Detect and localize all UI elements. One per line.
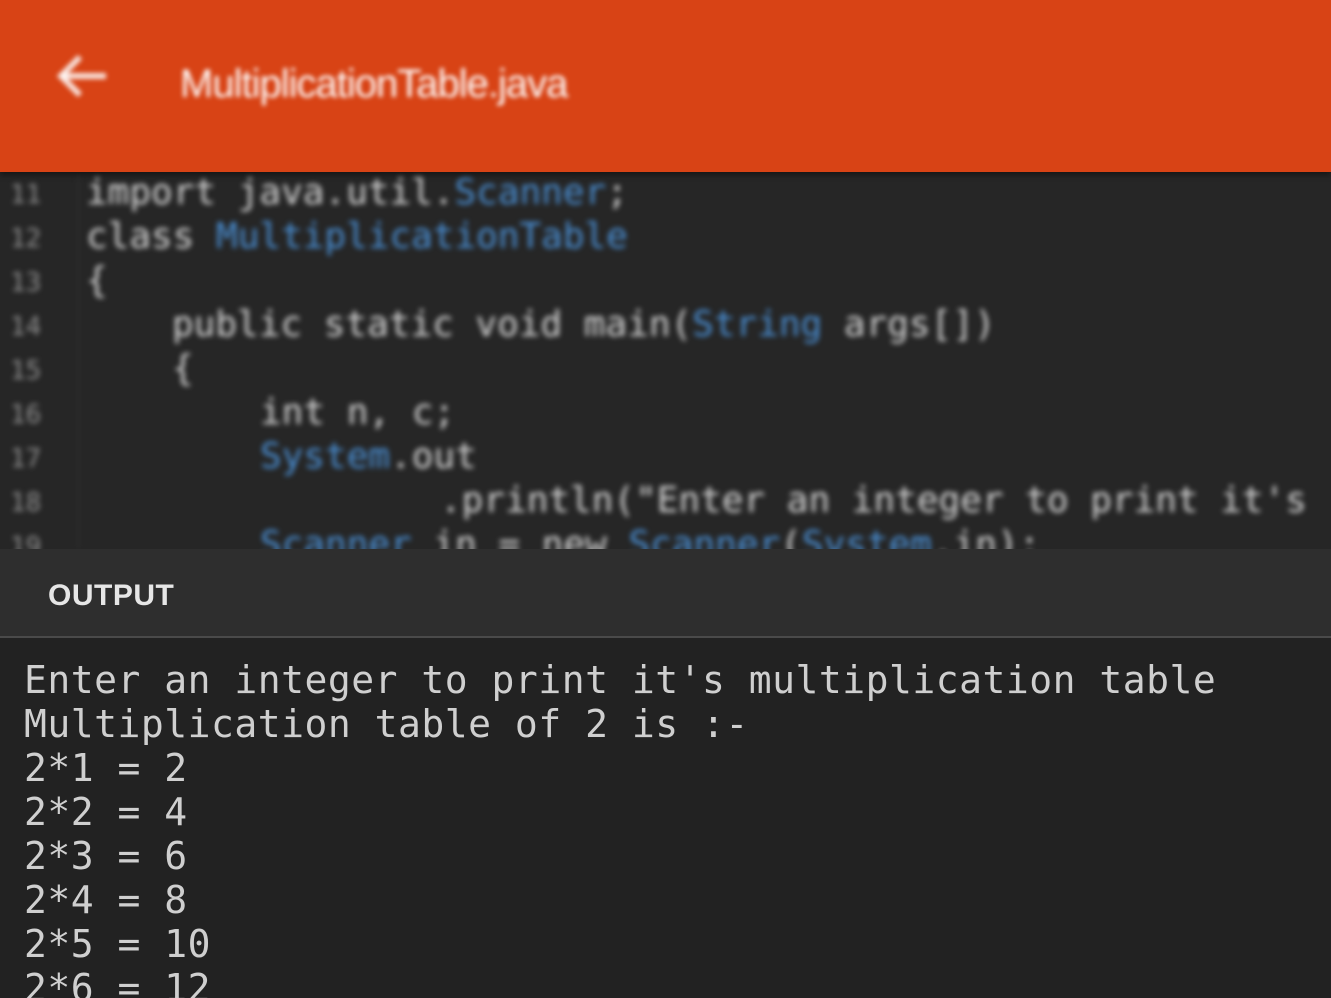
code-text: {: [172, 348, 194, 389]
code-text: import java.util.Scanner;: [86, 172, 628, 213]
code-token: .in);: [931, 524, 1041, 549]
code-line: 11 import java.util.Scanner;: [0, 172, 1331, 216]
back-button[interactable]: [50, 46, 114, 106]
output-line: Enter an integer to print it's multiplic…: [24, 658, 1217, 702]
output-line: 2*5 = 10: [24, 922, 212, 966]
code-editor[interactable]: 11 import java.util.Scanner; 12 class Multi…: [0, 172, 1331, 549]
output-line: 2*6 = 12: [24, 966, 212, 998]
code-text: .println("Enter an integer to print it's: [440, 480, 1307, 521]
line-number: 16: [10, 400, 42, 430]
code-line: 18 .println("Enter an integer to print it…: [0, 480, 1331, 524]
output-console: Enter an integer to print it's multiplic…: [0, 638, 1331, 998]
code-text: public static void main(String args[]): [172, 304, 996, 345]
code-token: .println("Enter an integer to print it's: [440, 480, 1307, 521]
code-token: in = new: [411, 524, 629, 549]
output-line: 2*3 = 6: [24, 834, 188, 878]
code-line: 16 int n, c;: [0, 392, 1331, 436]
type-token: String: [692, 304, 823, 345]
code-token: args[]): [822, 304, 996, 345]
code-text: Scanner in = new Scanner(System.in);: [260, 524, 1040, 549]
output-line: Multiplication table of 2 is :-: [24, 702, 749, 746]
code-line: 13 {: [0, 260, 1331, 304]
code-token: {: [172, 348, 194, 389]
type-token: System: [260, 436, 391, 477]
output-line: 2*1 = 2: [24, 746, 188, 790]
code-text: class MultiplicationTable: [86, 216, 628, 257]
line-number: 17: [10, 444, 42, 474]
code-token: class: [86, 216, 217, 257]
arrow-left-icon: [56, 54, 106, 98]
code-token: {: [86, 260, 108, 301]
type-token: Scanner: [454, 172, 607, 213]
code-token: public static void main(: [172, 304, 693, 345]
output-label: OUTPUT: [48, 579, 175, 612]
type-token: Scanner: [260, 524, 412, 549]
output-line: 2*2 = 4: [24, 790, 188, 834]
line-number: 11: [10, 180, 42, 210]
code-token: (: [780, 524, 802, 549]
line-number: 15: [10, 356, 42, 386]
code-text: int n, c;: [260, 392, 455, 433]
code-token: int n, c;: [260, 392, 456, 433]
code-token: ;: [606, 172, 628, 213]
code-line: 17 System.out: [0, 436, 1331, 480]
line-number: 19: [10, 532, 42, 549]
code-text: System.out: [260, 436, 477, 477]
line-number: 14: [10, 312, 42, 342]
type-token: Scanner: [628, 524, 781, 549]
line-number: 18: [10, 488, 42, 518]
code-token: import java.util.: [86, 172, 455, 213]
app-header: MultiplicationTable.java: [0, 0, 1331, 172]
code-line: 14 public static void main(String args[]): [0, 304, 1331, 348]
output-line: 2*4 = 8: [24, 878, 188, 922]
code-line: 19 Scanner in = new Scanner(System.in);: [0, 524, 1331, 549]
line-number: 12: [10, 224, 42, 254]
line-number: 13: [10, 268, 42, 298]
code-token: .out: [390, 436, 477, 477]
type-token: System: [801, 524, 932, 549]
code-text: {: [86, 260, 108, 301]
file-title: MultiplicationTable.java: [180, 62, 568, 106]
output-panel-header: OUTPUT: [0, 549, 1331, 638]
code-line: 15 {: [0, 348, 1331, 392]
code-line: 12 class MultiplicationTable: [0, 216, 1331, 260]
type-token: MultiplicationTable: [216, 216, 628, 257]
app-window: MultiplicationTable.java 11 import java.u…: [0, 0, 1331, 998]
